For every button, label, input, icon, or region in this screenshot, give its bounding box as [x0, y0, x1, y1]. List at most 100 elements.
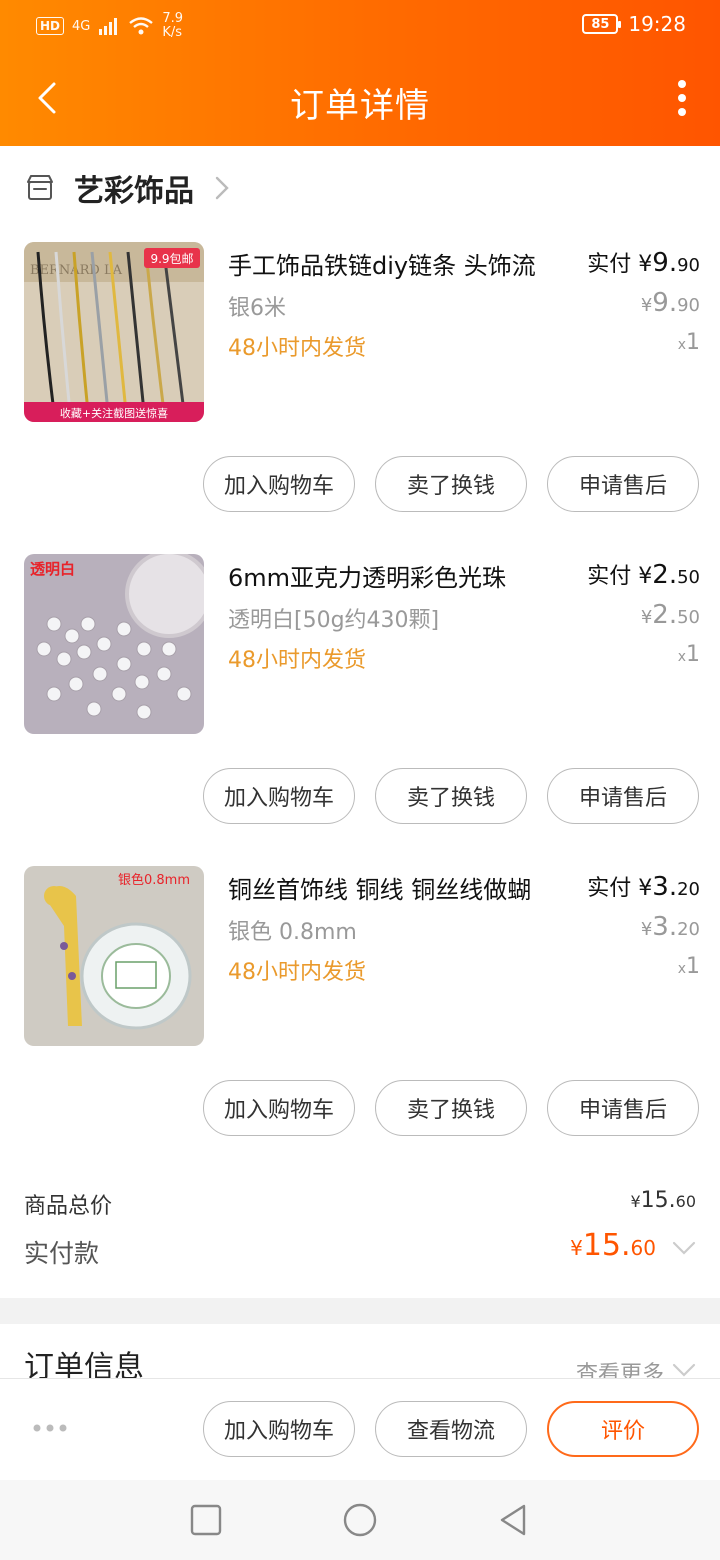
thumb-badge: 9.9包邮	[150, 252, 193, 266]
currency-symbol: ¥	[570, 1236, 583, 1260]
bottom-action-bar: 加入购物车 查看物流 评价	[0, 1378, 720, 1480]
chevron-down-icon[interactable]	[672, 1240, 696, 1256]
speed-unit: K/s	[162, 25, 183, 40]
order-item[interactable]: 透明白 6mm亚克力透明彩色光珠 透明白[50g约430颗] 48小时内发货 实…	[0, 554, 720, 866]
add-to-cart-button[interactable]: 加入购物车	[203, 1080, 355, 1136]
paid-dec: 90	[677, 255, 700, 276]
order-item[interactable]: 银色0.8mm 铜丝首饰线 铜线 铜丝线做蝴 银色 0.8mm 48小时内发货 …	[0, 866, 720, 1178]
goods-dec: 60	[675, 1192, 696, 1211]
home-icon[interactable]	[342, 1502, 378, 1538]
paid-price: 实付 ¥9.90	[587, 246, 700, 278]
add-to-cart-button[interactable]: 加入购物车	[203, 1401, 355, 1457]
review-button[interactable]: 评价	[547, 1401, 699, 1457]
paid-total-value[interactable]: ¥15.60	[570, 1228, 656, 1263]
status-left: HD 4G 7.9 K/s	[36, 12, 183, 40]
goods-total-value: ¥15.60	[630, 1188, 696, 1213]
currency-symbol: ¥	[630, 1192, 641, 1211]
more-horizontal-icon[interactable]	[32, 1423, 68, 1433]
orig-int: 9.	[652, 288, 678, 318]
nav-bar: 订单详情	[0, 50, 720, 146]
orig-dec: 20	[677, 919, 700, 940]
paid-int: 2.	[652, 560, 678, 590]
sell-button[interactable]: 卖了换钱	[375, 768, 527, 824]
currency-symbol: ¥	[638, 564, 653, 589]
qty-value: 1	[686, 954, 700, 979]
sell-button[interactable]: 卖了换钱	[375, 1080, 527, 1136]
unit-price: ¥2.50	[641, 600, 700, 630]
product-name[interactable]: 手工饰品铁链diy链条 头饰流	[228, 246, 568, 281]
see-more-link[interactable]: 查看更多	[576, 1356, 664, 1378]
beads-product-photo: 透明白	[24, 554, 204, 734]
clock: 19:28	[628, 12, 686, 36]
currency-symbol: ¥	[638, 252, 653, 277]
chevron-right-icon	[215, 176, 229, 200]
qty-value: 1	[686, 642, 700, 667]
currency-symbol: ¥	[640, 295, 653, 316]
page-title: 订单详情	[290, 86, 430, 126]
store-name: 艺彩饰品	[74, 174, 194, 209]
view-logistics-button[interactable]: 查看物流	[375, 1401, 527, 1457]
thumb-banner: 收藏+关注截图送惊喜	[60, 406, 168, 420]
qty-x: x	[677, 337, 686, 353]
chain-product-photo: BERNARD LA 9.9包邮 收藏+关注截图送惊喜	[24, 242, 204, 422]
quantity: x1	[678, 954, 700, 979]
paid-total-int: 15.	[582, 1228, 631, 1263]
store-link[interactable]: 艺彩饰品	[24, 166, 232, 210]
after-sale-button[interactable]: 申请售后	[547, 456, 699, 512]
battery-icon: 85	[582, 14, 622, 34]
system-navigation-bar	[0, 1480, 720, 1560]
shipping-note: 48小时内发货	[228, 648, 366, 673]
thumb-label: 银色0.8mm	[118, 872, 190, 888]
paid-dec: 50	[677, 567, 700, 588]
orig-int: 3.	[652, 912, 678, 942]
status-right: 85 19:28	[582, 12, 686, 36]
shipping-note: 48小时内发货	[228, 960, 366, 985]
shipping-note: 48小时内发货	[228, 336, 366, 361]
paid-label: 实付	[587, 564, 632, 589]
add-to-cart-button[interactable]: 加入购物车	[203, 456, 355, 512]
more-vertical-icon[interactable]	[676, 78, 688, 118]
goods-total-label: 商品总价	[24, 1194, 113, 1219]
network-speed: 7.9 K/s	[162, 12, 183, 40]
paid-total-label: 实付款	[24, 1239, 100, 1268]
product-name[interactable]: 铜丝首饰线 铜线 铜丝线做蝴	[228, 870, 568, 905]
unit-price: ¥9.90	[641, 288, 700, 318]
paid-label: 实付	[587, 252, 632, 277]
paid-dec: 20	[677, 879, 700, 900]
back-triangle-icon[interactable]	[496, 1502, 532, 1538]
product-image-wire[interactable]: 银色0.8mm	[24, 866, 204, 1046]
paid-price: 实付 ¥2.50	[587, 558, 700, 590]
product-spec: 银6米	[228, 296, 286, 321]
goods-int: 15.	[640, 1188, 676, 1213]
after-sale-button[interactable]: 申请售后	[547, 768, 699, 824]
thumb-label: 透明白	[30, 560, 75, 578]
network-label: 4G	[72, 18, 91, 34]
product-image-chain[interactable]: BERNARD LA 9.9包邮 收藏+关注截图送惊喜	[24, 242, 204, 422]
paid-label: 实付	[587, 876, 632, 901]
currency-symbol: ¥	[640, 607, 653, 628]
paid-price: 实付 ¥3.20	[587, 870, 700, 902]
qty-value: 1	[686, 330, 700, 355]
currency-symbol: ¥	[638, 876, 653, 901]
product-spec: 银色 0.8mm	[228, 920, 357, 945]
orig-dec: 50	[677, 607, 700, 628]
product-spec: 透明白[50g约430颗]	[228, 608, 440, 633]
app-header: HD 4G 7.9 K/s 85 19:28 订单详情	[0, 0, 720, 146]
after-sale-button[interactable]: 申请售后	[547, 1080, 699, 1136]
wire-product-photo: 银色0.8mm	[24, 866, 204, 1046]
product-name[interactable]: 6mm亚克力透明彩色光珠	[228, 558, 568, 593]
sell-button[interactable]: 卖了换钱	[375, 456, 527, 512]
quantity: x1	[678, 642, 700, 667]
add-to-cart-button[interactable]: 加入购物车	[203, 768, 355, 824]
order-info-title: 订单信息	[24, 1350, 144, 1378]
paid-int: 9.	[652, 248, 678, 278]
qty-x: x	[677, 649, 686, 665]
recent-apps-icon[interactable]	[188, 1502, 224, 1538]
shop-icon	[27, 175, 53, 200]
order-item[interactable]: BERNARD LA 9.9包邮 收藏+关注截图送惊喜 手工饰品铁链diy链条 …	[0, 242, 720, 554]
product-image-beads[interactable]: 透明白	[24, 554, 204, 734]
section-divider	[0, 1298, 720, 1324]
chevron-down-icon[interactable]	[672, 1362, 696, 1378]
speed-value: 7.9	[162, 11, 184, 26]
currency-symbol: ¥	[640, 919, 653, 940]
